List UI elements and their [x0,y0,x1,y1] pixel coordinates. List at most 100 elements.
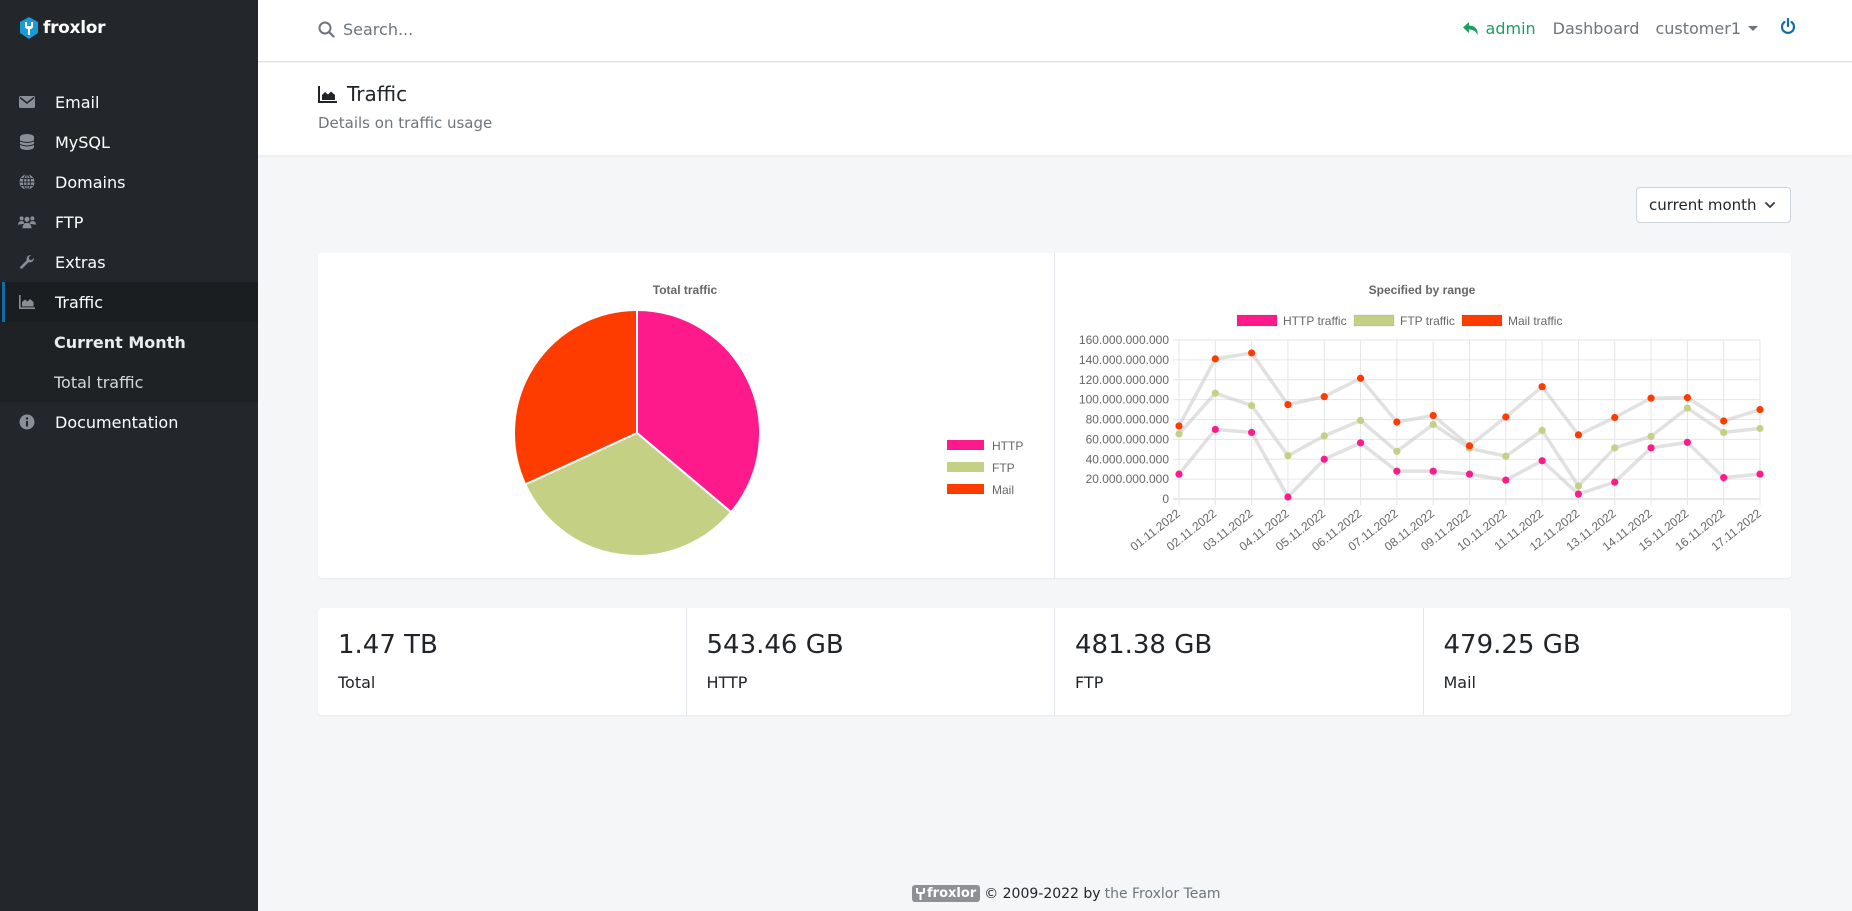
y-tick-label: 40.000.000.000 [1086,452,1170,466]
line-legend-item[interactable]: Mail traffic [1461,314,1562,328]
pie-legend-item[interactable]: Mail [947,483,1014,497]
stat-value: 543.46 GB [706,630,844,660]
pie-legend-item[interactable]: FTP [947,461,1015,475]
data-point[interactable] [1248,401,1256,410]
traffic-by-range-line-chart: Specified by range HTTP traffic FTP traff… [1079,283,1764,554]
data-point[interactable] [1429,411,1437,420]
data-point[interactable] [1538,457,1546,465]
data-point[interactable] [1284,493,1292,501]
brand-logo[interactable]: froxlor [18,16,106,40]
data-point[interactable] [1320,432,1328,440]
data-point[interactable] [1211,389,1219,397]
y-tick-label: 120.000.000.000 [1079,373,1169,387]
stat-value: 1.47 TB [338,630,438,660]
sidebar-item-traffic[interactable]: Traffic [0,282,258,322]
data-point[interactable] [1683,404,1691,412]
y-tick-label: 60.000.000.000 [1086,432,1170,446]
legend-label: Mail [992,483,1014,497]
data-point[interactable] [1647,432,1655,440]
data-point[interactable] [1502,452,1510,460]
data-point[interactable] [1611,478,1619,486]
data-point[interactable] [1611,444,1619,452]
data-point[interactable] [1574,482,1583,490]
search-input[interactable] [343,20,643,39]
data-point[interactable] [1538,383,1546,391]
y-tick-label: 0 [1162,492,1169,506]
info-circle-icon [18,413,36,431]
data-point[interactable] [1284,452,1292,460]
data-point[interactable] [1720,474,1728,482]
data-point[interactable] [1356,439,1365,447]
line-legend-item[interactable]: HTTP traffic [1236,314,1347,328]
data-point[interactable] [1647,394,1655,402]
froxlor-team-link[interactable]: the Froxlor Team [1105,886,1221,902]
back-to-admin-link[interactable]: admin [1462,19,1536,38]
data-point[interactable] [1683,438,1691,446]
sidebar-subitem-total-traffic[interactable]: Total traffic [0,362,258,402]
data-point[interactable] [1248,349,1256,357]
data-point[interactable] [1756,470,1764,478]
stat-label: Mail [1443,673,1477,692]
data-point[interactable] [1175,430,1183,438]
caret-down-icon [1748,26,1758,31]
sidebar-item-label: Extras [55,252,106,272]
pie-legend-item[interactable]: HTTP [947,439,1023,453]
sidebar-item-documentation[interactable]: Documentation [0,402,258,442]
sidebar-item-label: Documentation [55,412,179,432]
page-title: Traffic [318,82,407,106]
data-point[interactable] [1320,393,1328,401]
data-point[interactable] [1248,428,1256,437]
data-point[interactable] [1502,413,1510,421]
data-point[interactable] [1683,394,1691,402]
user-menu-dropdown[interactable]: customer1 [1655,19,1758,38]
data-point[interactable] [1611,413,1619,422]
range-select[interactable]: current month [1636,187,1791,223]
data-point[interactable] [1393,467,1401,475]
wrench-icon [18,253,36,271]
data-point[interactable] [1393,418,1401,426]
data-point[interactable] [1756,424,1764,433]
globe-icon [18,173,36,191]
line-chart-title: Specified by range [1369,283,1476,297]
sidebar-item-mysql[interactable]: MySQL [0,122,258,162]
data-point[interactable] [1720,417,1728,425]
data-point[interactable] [1429,467,1437,475]
data-point[interactable] [1647,444,1655,452]
data-point[interactable] [1756,405,1764,414]
data-point[interactable] [1175,422,1183,430]
data-point[interactable] [1393,447,1401,455]
line-legend-item[interactable]: FTP traffic [1353,314,1455,328]
froxlor-logo-icon [916,887,925,900]
logout-button[interactable] [1780,17,1796,39]
data-point[interactable] [1211,425,1219,434]
data-point[interactable] [1574,490,1583,498]
stat-total: 1.47 TB Total [318,608,687,715]
data-point[interactable] [1502,476,1510,484]
total-traffic-pie-chart: Total traffic HTTP FTP Mail [513,283,1023,557]
data-point[interactable] [1356,374,1365,382]
sidebar-subitem-current-month[interactable]: Current Month [0,322,258,362]
page-title-text: Traffic [347,82,408,106]
sidebar-item-extras[interactable]: Extras [0,242,258,282]
search-box [318,20,643,39]
data-point[interactable] [1284,400,1292,409]
data-point[interactable] [1429,420,1437,429]
data-point[interactable] [1320,455,1328,463]
sidebar-item-domains[interactable]: Domains [0,162,258,202]
data-point[interactable] [1538,426,1546,435]
data-point[interactable] [1720,428,1728,437]
data-point[interactable] [1574,431,1583,439]
dashboard-link[interactable]: Dashboard [1553,19,1640,38]
legend-label: Mail traffic [1508,314,1562,328]
data-point[interactable] [1175,470,1183,478]
data-point[interactable] [1465,470,1474,478]
data-point[interactable] [1465,442,1474,450]
sidebar-item-email[interactable]: Email [0,82,258,122]
data-point[interactable] [1211,355,1219,363]
y-tick-label: 140.000.000.000 [1079,353,1169,367]
sidebar-item-ftp[interactable]: FTP [0,202,258,242]
sidebar-item-label: Traffic [55,292,104,312]
database-icon [18,133,36,151]
admin-label: admin [1485,19,1536,38]
data-point[interactable] [1356,416,1365,425]
